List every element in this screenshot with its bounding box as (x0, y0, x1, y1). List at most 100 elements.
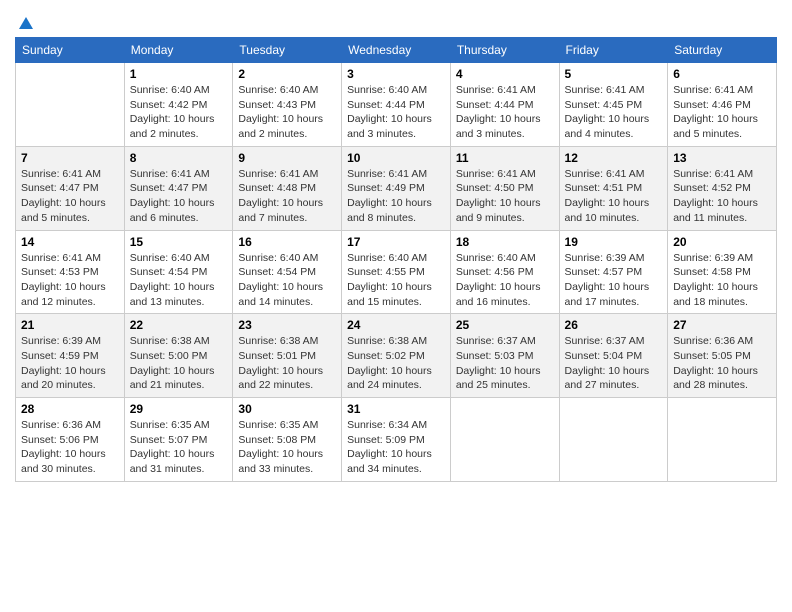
day-info: Sunrise: 6:34 AMSunset: 5:09 PMDaylight:… (347, 418, 445, 477)
week-row-4: 28 Sunrise: 6:36 AMSunset: 5:06 PMDayligh… (16, 398, 777, 482)
day-number: 16 (238, 235, 336, 249)
day-info: Sunrise: 6:40 AMSunset: 4:44 PMDaylight:… (347, 83, 445, 142)
calendar-cell: 6 Sunrise: 6:41 AMSunset: 4:46 PMDaylight… (668, 63, 777, 147)
day-info: Sunrise: 6:39 AMSunset: 4:58 PMDaylight:… (673, 251, 771, 310)
day-info: Sunrise: 6:41 AMSunset: 4:47 PMDaylight:… (130, 167, 228, 226)
day-info: Sunrise: 6:39 AMSunset: 4:57 PMDaylight:… (565, 251, 663, 310)
day-number: 21 (21, 318, 119, 332)
header-row: SundayMondayTuesdayWednesdayThursdayFrid… (16, 38, 777, 63)
day-info: Sunrise: 6:38 AMSunset: 5:02 PMDaylight:… (347, 334, 445, 393)
calendar-cell: 28 Sunrise: 6:36 AMSunset: 5:06 PMDayligh… (16, 398, 125, 482)
week-row-3: 21Sunrise: 6:39 AMSunset: 4:59 PMDayligh… (16, 314, 777, 398)
calendar-cell: 10Sunrise: 6:41 AMSunset: 4:49 PMDayligh… (342, 146, 451, 230)
calendar-header: SundayMondayTuesdayWednesdayThursdayFrid… (16, 38, 777, 63)
calendar-cell (450, 398, 559, 482)
calendar-cell: 25 Sunrise: 6:37 AMSunset: 5:03 PMDayligh… (450, 314, 559, 398)
calendar-cell: 22 Sunrise: 6:38 AMSunset: 5:00 PMDayligh… (124, 314, 233, 398)
calendar-cell: 3 Sunrise: 6:40 AMSunset: 4:44 PMDaylight… (342, 63, 451, 147)
day-number: 25 (456, 318, 554, 332)
calendar-cell: 31 Sunrise: 6:34 AMSunset: 5:09 PMDayligh… (342, 398, 451, 482)
calendar-cell (16, 63, 125, 147)
day-number: 2 (238, 67, 336, 81)
header-day-wednesday: Wednesday (342, 38, 451, 63)
calendar-cell (559, 398, 668, 482)
day-info: Sunrise: 6:36 AMSunset: 5:06 PMDaylight:… (21, 418, 119, 477)
calendar-table: SundayMondayTuesdayWednesdayThursdayFrid… (15, 37, 777, 482)
header-day-thursday: Thursday (450, 38, 559, 63)
calendar-cell: 12Sunrise: 6:41 AMSunset: 4:51 PMDayligh… (559, 146, 668, 230)
day-number: 17 (347, 235, 445, 249)
day-number: 4 (456, 67, 554, 81)
calendar-cell: 11 Sunrise: 6:41 AMSunset: 4:50 PMDayligh… (450, 146, 559, 230)
week-row-1: 7 Sunrise: 6:41 AMSunset: 4:47 PMDaylight… (16, 146, 777, 230)
day-number: 26 (565, 318, 663, 332)
calendar-cell: 14 Sunrise: 6:41 AMSunset: 4:53 PMDayligh… (16, 230, 125, 314)
day-number: 11 (456, 151, 554, 165)
header-day-sunday: Sunday (16, 38, 125, 63)
day-number: 27 (673, 318, 771, 332)
day-number: 20 (673, 235, 771, 249)
day-info: Sunrise: 6:41 AMSunset: 4:45 PMDaylight:… (565, 83, 663, 142)
day-info: Sunrise: 6:41 AMSunset: 4:50 PMDaylight:… (456, 167, 554, 226)
day-info: Sunrise: 6:41 AMSunset: 4:47 PMDaylight:… (21, 167, 119, 226)
calendar-cell: 5 Sunrise: 6:41 AMSunset: 4:45 PMDaylight… (559, 63, 668, 147)
day-number: 28 (21, 402, 119, 416)
calendar-cell: 23 Sunrise: 6:38 AMSunset: 5:01 PMDayligh… (233, 314, 342, 398)
day-number: 14 (21, 235, 119, 249)
day-info: Sunrise: 6:40 AMSunset: 4:54 PMDaylight:… (130, 251, 228, 310)
page-header (15, 10, 777, 29)
day-number: 24 (347, 318, 445, 332)
day-info: Sunrise: 6:41 AMSunset: 4:46 PMDaylight:… (673, 83, 771, 142)
header-day-saturday: Saturday (668, 38, 777, 63)
calendar-cell: 2 Sunrise: 6:40 AMSunset: 4:43 PMDaylight… (233, 63, 342, 147)
day-number: 8 (130, 151, 228, 165)
day-info: Sunrise: 6:38 AMSunset: 5:01 PMDaylight:… (238, 334, 336, 393)
calendar-cell: 20 Sunrise: 6:39 AMSunset: 4:58 PMDayligh… (668, 230, 777, 314)
day-number: 31 (347, 402, 445, 416)
day-info: Sunrise: 6:40 AMSunset: 4:42 PMDaylight:… (130, 83, 228, 142)
day-info: Sunrise: 6:41 AMSunset: 4:48 PMDaylight:… (238, 167, 336, 226)
day-info: Sunrise: 6:35 AMSunset: 5:07 PMDaylight:… (130, 418, 228, 477)
day-number: 1 (130, 67, 228, 81)
day-info: Sunrise: 6:38 AMSunset: 5:00 PMDaylight:… (130, 334, 228, 393)
calendar-cell: 9 Sunrise: 6:41 AMSunset: 4:48 PMDaylight… (233, 146, 342, 230)
header-day-monday: Monday (124, 38, 233, 63)
day-number: 15 (130, 235, 228, 249)
calendar-cell: 15 Sunrise: 6:40 AMSunset: 4:54 PMDayligh… (124, 230, 233, 314)
header-day-tuesday: Tuesday (233, 38, 342, 63)
week-row-0: 1 Sunrise: 6:40 AMSunset: 4:42 PMDaylight… (16, 63, 777, 147)
calendar-cell: 24 Sunrise: 6:38 AMSunset: 5:02 PMDayligh… (342, 314, 451, 398)
day-info: Sunrise: 6:40 AMSunset: 4:54 PMDaylight:… (238, 251, 336, 310)
day-number: 23 (238, 318, 336, 332)
logo-icon (17, 15, 35, 33)
day-number: 13 (673, 151, 771, 165)
logo (15, 15, 35, 29)
day-number: 7 (21, 151, 119, 165)
day-info: Sunrise: 6:35 AMSunset: 5:08 PMDaylight:… (238, 418, 336, 477)
day-info: Sunrise: 6:41 AMSunset: 4:51 PMDaylight:… (565, 167, 663, 226)
day-info: Sunrise: 6:41 AMSunset: 4:44 PMDaylight:… (456, 83, 554, 142)
calendar-cell: 16 Sunrise: 6:40 AMSunset: 4:54 PMDayligh… (233, 230, 342, 314)
day-info: Sunrise: 6:41 AMSunset: 4:53 PMDaylight:… (21, 251, 119, 310)
day-number: 19 (565, 235, 663, 249)
day-info: Sunrise: 6:36 AMSunset: 5:05 PMDaylight:… (673, 334, 771, 393)
day-number: 5 (565, 67, 663, 81)
calendar-cell (668, 398, 777, 482)
day-number: 10 (347, 151, 445, 165)
day-number: 6 (673, 67, 771, 81)
calendar-cell: 1 Sunrise: 6:40 AMSunset: 4:42 PMDaylight… (124, 63, 233, 147)
calendar-cell: 17Sunrise: 6:40 AMSunset: 4:55 PMDayligh… (342, 230, 451, 314)
calendar-cell: 30 Sunrise: 6:35 AMSunset: 5:08 PMDayligh… (233, 398, 342, 482)
day-info: Sunrise: 6:37 AMSunset: 5:04 PMDaylight:… (565, 334, 663, 393)
calendar-cell: 8 Sunrise: 6:41 AMSunset: 4:47 PMDaylight… (124, 146, 233, 230)
day-number: 9 (238, 151, 336, 165)
day-info: Sunrise: 6:37 AMSunset: 5:03 PMDaylight:… (456, 334, 554, 393)
day-number: 3 (347, 67, 445, 81)
calendar-cell: 7 Sunrise: 6:41 AMSunset: 4:47 PMDaylight… (16, 146, 125, 230)
day-info: Sunrise: 6:41 AMSunset: 4:52 PMDaylight:… (673, 167, 771, 226)
day-info: Sunrise: 6:40 AMSunset: 4:43 PMDaylight:… (238, 83, 336, 142)
calendar-cell: 19 Sunrise: 6:39 AMSunset: 4:57 PMDayligh… (559, 230, 668, 314)
day-number: 30 (238, 402, 336, 416)
day-number: 22 (130, 318, 228, 332)
calendar-cell: 13 Sunrise: 6:41 AMSunset: 4:52 PMDayligh… (668, 146, 777, 230)
